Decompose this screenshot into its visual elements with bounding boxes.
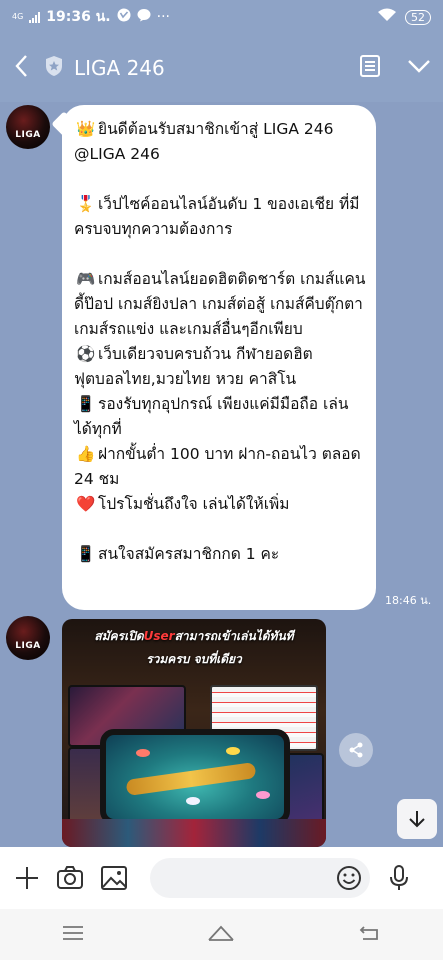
thumbs-up-icon: 👍 xyxy=(76,445,96,463)
shield-star-icon xyxy=(44,55,64,81)
mobile-phone-icon: 📱 xyxy=(76,395,96,413)
avatar-label: LIGA xyxy=(15,130,41,140)
chevron-down-icon xyxy=(408,60,430,73)
promo-caption: สมัครเปิดUserสามารถเข้าเล่นได้ทันที รวมค… xyxy=(94,629,294,666)
message-line: ⚽ เว็บเดียวจบครบถ้วน กีฬายอดฮิต ฟุตบอลไทย… xyxy=(74,342,366,392)
message-bubble[interactable]: 👑 ยินดีต้อนรับสมาชิกเข้าสู่ LIGA 246 @LIG… xyxy=(62,105,376,610)
message-notification-icon xyxy=(137,8,151,26)
network-type: 4G xyxy=(12,12,24,21)
chat-title: LIGA 246 xyxy=(74,56,165,80)
image-icon xyxy=(101,866,127,890)
chevron-left-icon xyxy=(15,55,27,77)
message-input-bar xyxy=(0,847,443,909)
camera-icon xyxy=(57,866,83,889)
heart-icon: ❤️ xyxy=(76,495,96,513)
avatar[interactable]: LIGA xyxy=(6,616,50,660)
message-line: 👍 ฝากขั้นต่ำ 100 บาท ฝาก-ถอนไว ตลอด 24 ชม xyxy=(74,442,366,492)
signal-icon xyxy=(29,11,41,23)
mobile-phone-icon: 📱 xyxy=(76,545,96,563)
menu-toggle-button[interactable] xyxy=(407,58,431,78)
crown-icon: 👑 xyxy=(76,120,96,138)
soccer-ball-icon: ⚽ xyxy=(76,345,96,363)
menu-lines-icon xyxy=(62,925,83,940)
scroll-to-bottom-button[interactable] xyxy=(397,799,437,839)
notes-button[interactable] xyxy=(359,54,381,82)
wifi-icon xyxy=(377,8,397,26)
emoji-button[interactable] xyxy=(336,865,362,895)
message-line: 📱 รองรับทุกอุปกรณ์ เพียงแค่มีมือถือ เล่นไ… xyxy=(74,392,366,442)
message-line: 🎮 เกมส์ออนไลน์ยอดฮิตติดชาร์ต เกมส์แคนดี้ป… xyxy=(74,267,366,342)
microphone-icon xyxy=(390,865,408,890)
chat-area[interactable]: LIGA 👑 ยินดีต้อนรับสมาชิกเข้าสู่ LIGA 246… xyxy=(0,102,443,847)
avatar-label: LIGA xyxy=(15,641,41,651)
chat-header: LIGA 246 xyxy=(0,34,443,102)
more-notifications: ··· xyxy=(156,9,170,25)
system-navigation-bar xyxy=(0,909,443,960)
back-arrow-icon xyxy=(359,925,379,940)
status-time: 19:36 น. xyxy=(46,9,111,25)
share-button[interactable] xyxy=(339,733,373,767)
message-timestamp: 18:46 น. xyxy=(385,594,432,607)
camera-button[interactable] xyxy=(56,865,84,891)
notes-icon xyxy=(360,55,380,77)
plus-icon xyxy=(16,867,38,889)
gallery-button[interactable] xyxy=(100,865,128,891)
back-nav-button[interactable] xyxy=(358,924,382,946)
promo-image-message[interactable]: สมัครเปิดUserสามารถเข้าเล่นได้ทันที รวมค… xyxy=(62,619,326,847)
recent-apps-button[interactable] xyxy=(61,925,85,945)
medal-icon: 🎖️ xyxy=(76,195,96,213)
battery-level: 52 xyxy=(405,9,431,25)
avatar[interactable]: LIGA xyxy=(6,105,50,149)
status-bar: 4G 19:36 น. ··· 52 xyxy=(0,0,443,34)
back-button[interactable] xyxy=(12,53,32,83)
arrow-down-icon xyxy=(409,811,425,828)
gamepad-icon: 🎮 xyxy=(76,270,96,288)
voice-button[interactable] xyxy=(388,864,410,892)
line-notification-icon xyxy=(117,8,131,26)
message-line: ❤️ โปรโมชั่นถึงใจ เล่นได้ให้เพิ่ม xyxy=(74,492,366,517)
fishing-game-screenshot xyxy=(100,729,290,825)
message-line: 📱 สนใจสมัครสมาชิกกด 1 คะ xyxy=(74,542,366,567)
add-button[interactable] xyxy=(14,865,40,891)
share-icon xyxy=(349,742,363,758)
message-line: 👑 ยินดีต้อนรับสมาชิกเข้าสู่ LIGA 246 @LIG… xyxy=(74,117,366,167)
home-icon xyxy=(208,925,235,941)
home-button[interactable] xyxy=(206,924,236,946)
game-thumbnails xyxy=(62,819,326,847)
message-line: 🎖️ เว็ปไซค์ออนไลน์อันดับ 1 ของเอเชีย ที่ม… xyxy=(74,192,366,242)
emoji-icon xyxy=(337,866,361,890)
